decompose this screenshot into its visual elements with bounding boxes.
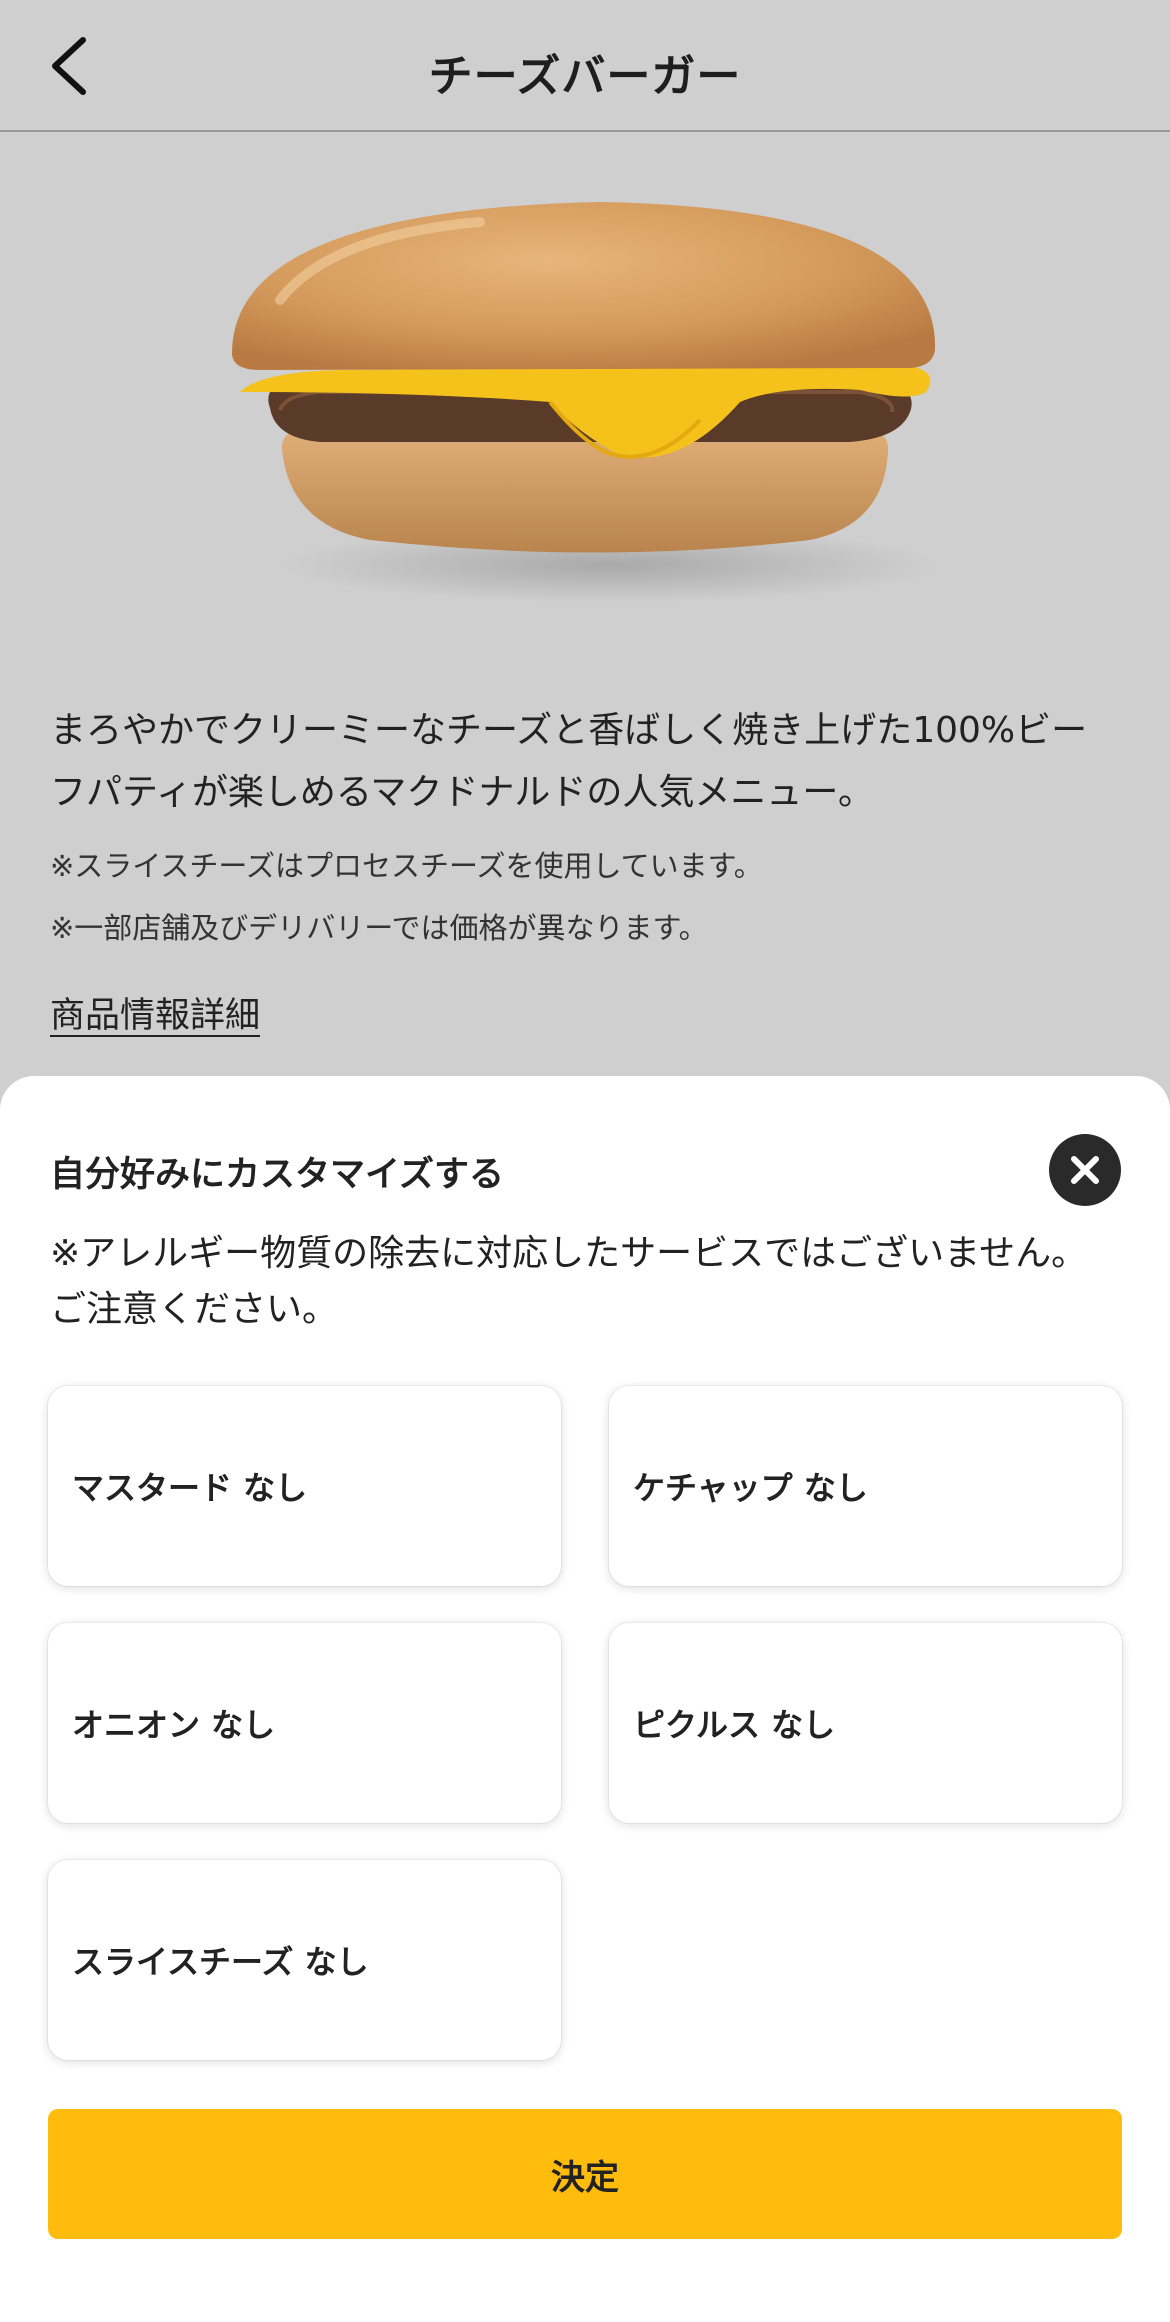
option-no-pickles[interactable]: ピクルス なし bbox=[609, 1623, 1122, 1823]
option-no-onion[interactable]: オニオン なし bbox=[48, 1623, 561, 1823]
option-label: ケチャップ なし bbox=[633, 1469, 868, 1507]
page-title: チーズバーガー bbox=[428, 51, 742, 102]
option-label: マスタード なし bbox=[72, 1469, 308, 1507]
app-header: チーズバーガー bbox=[0, 0, 1170, 132]
confirm-button[interactable]: 決定 bbox=[48, 2109, 1122, 2239]
customize-sheet: 自分好みにカスタマイズする ※アレルギー物質の除去に対応したサービスではございま… bbox=[0, 1076, 1170, 2322]
cheeseburger-image bbox=[231, 202, 940, 603]
option-label: ピクルス なし bbox=[633, 1706, 836, 1744]
option-label: スライスチーズ なし bbox=[72, 1943, 369, 1981]
option-label: オニオン なし bbox=[72, 1706, 276, 1744]
customize-title: 自分好みにカスタマイズする bbox=[50, 1155, 504, 1195]
option-no-slice-cheese[interactable]: スライスチーズ なし bbox=[48, 1860, 561, 2060]
option-no-ketchup[interactable]: ケチャップ なし bbox=[609, 1386, 1122, 1586]
close-button[interactable] bbox=[1049, 1134, 1121, 1206]
product-detail-link[interactable]: 商品情報詳細 bbox=[50, 987, 260, 1038]
allergy-notice: ※アレルギー物質の除去に対応したサービスではございません。ご注意ください。 bbox=[50, 1233, 1088, 1330]
close-icon bbox=[1071, 1156, 1099, 1184]
note-price-difference: ※一部店舗及びデリバリーでは価格が異なります。 bbox=[50, 911, 708, 945]
product-description: まろやかでクリーミーなチーズと香ばしく焼き上げた100%ビーフパティが楽しめるマ… bbox=[50, 710, 1088, 813]
option-no-mustard[interactable]: マスタード なし bbox=[48, 1386, 561, 1586]
note-processed-cheese: ※スライスチーズはプロセスチーズを使用しています。 bbox=[50, 849, 763, 883]
